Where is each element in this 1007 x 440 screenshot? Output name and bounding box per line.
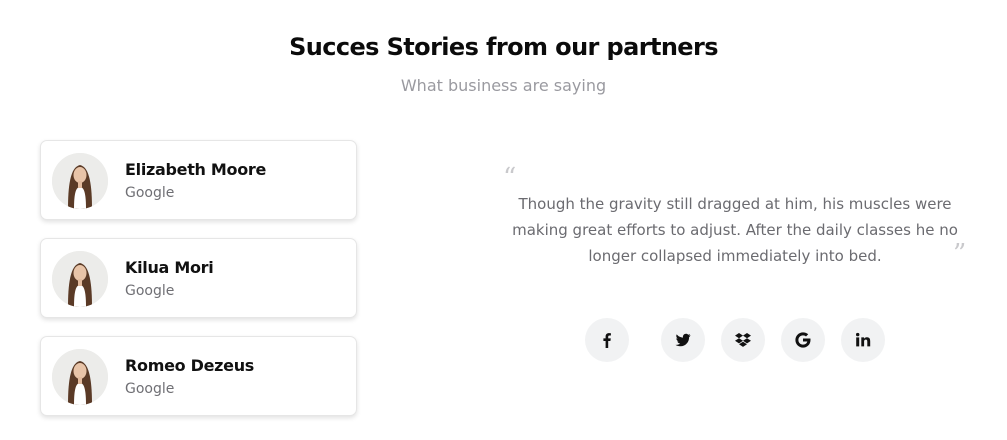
- open-quote-icon: “: [503, 163, 517, 193]
- close-quote-icon: ”: [953, 239, 967, 269]
- testimonial-quote: Though the gravity still dragged at him,…: [512, 195, 958, 265]
- twitter-button[interactable]: [661, 318, 705, 362]
- testimonials-section: Succes Stories from our partners What bu…: [0, 0, 1007, 440]
- avatar: [52, 251, 108, 307]
- linkedin-button[interactable]: [841, 318, 885, 362]
- testimonial-company: Google: [125, 283, 175, 299]
- facebook-icon: [603, 333, 611, 348]
- facebook-button[interactable]: [585, 318, 629, 362]
- linkedin-icon: [856, 332, 871, 347]
- google-icon: [795, 332, 811, 348]
- testimonial-name: Elizabeth Moore: [125, 160, 267, 179]
- testimonial-card-romeo-dezeus[interactable]: Romeo Dezeus Google: [40, 336, 357, 416]
- twitter-icon: [675, 333, 691, 347]
- testimonial-company: Google: [125, 185, 175, 201]
- section-subtitle: What business are saying: [400, 76, 607, 95]
- testimonial-company: Google: [125, 381, 175, 397]
- testimonial-name: Romeo Dezeus: [125, 356, 255, 375]
- avatar: [52, 153, 108, 209]
- testimonial-card-kilua-mori[interactable]: Kilua Mori Google: [40, 238, 357, 318]
- testimonial-card-elizabeth-moore[interactable]: Elizabeth Moore Google: [40, 140, 357, 220]
- section-title: Succes Stories from our partners: [289, 33, 718, 61]
- dropbox-button[interactable]: [721, 318, 765, 362]
- dropbox-icon: [735, 333, 751, 347]
- google-button[interactable]: [781, 318, 825, 362]
- avatar: [52, 349, 108, 405]
- testimonial-name: Kilua Mori: [125, 258, 214, 277]
